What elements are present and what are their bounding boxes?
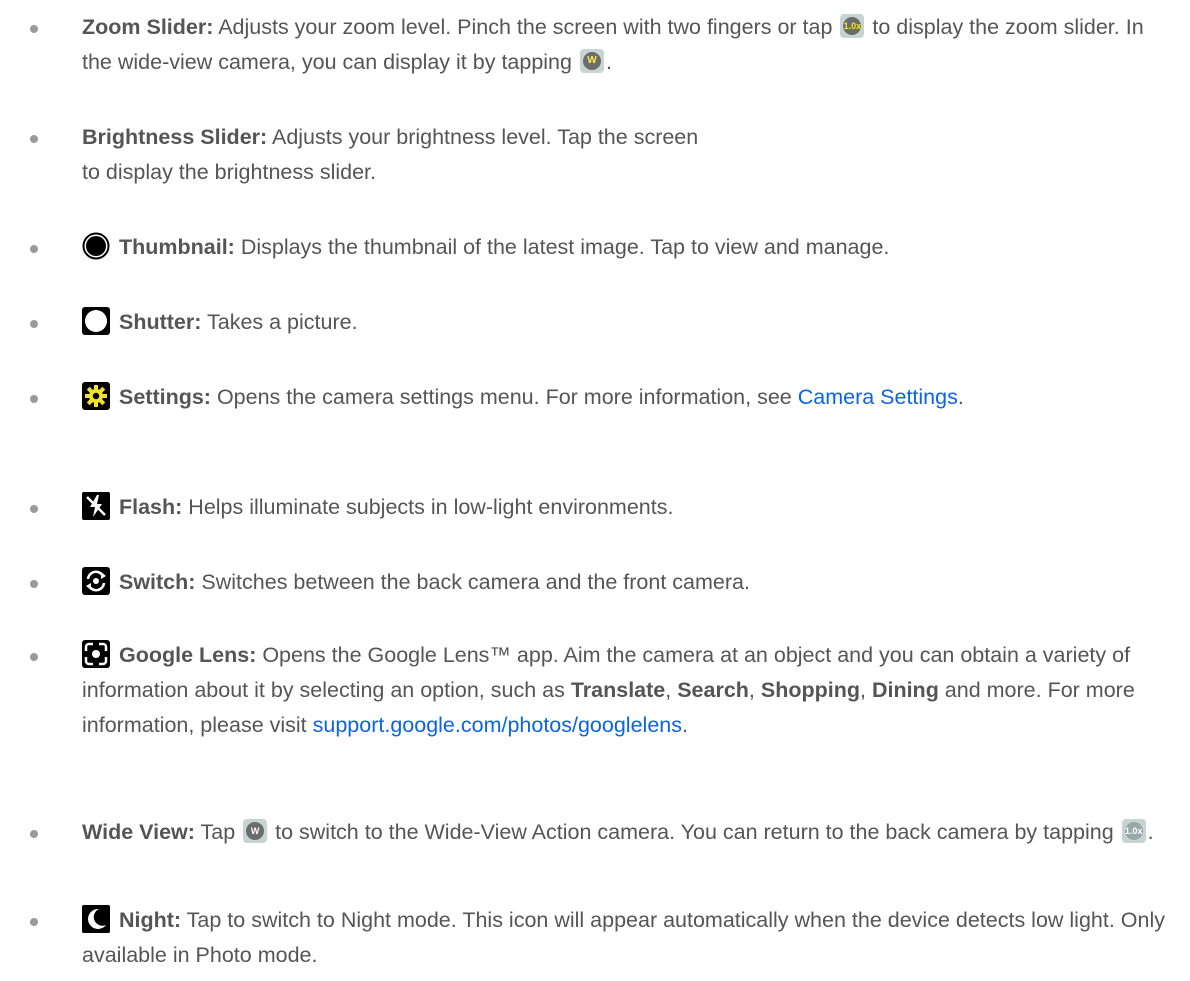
description: Displays the thumbnail of the latest ima…: [234, 235, 890, 259]
option-dining: Dining: [871, 678, 939, 702]
switch-camera-icon: [82, 567, 110, 595]
flash-off-icon: [82, 492, 110, 520]
wide-view-icon: W: [579, 49, 604, 73]
separator: ,: [748, 678, 761, 702]
description: Switches between the back camera and the…: [195, 570, 750, 594]
option-shopping: Shopping: [760, 678, 860, 702]
term-label: Google Lens:: [118, 643, 257, 667]
item-text: Switch: Switches between the back camera…: [82, 565, 1172, 600]
gear-icon: [82, 382, 110, 410]
badge-label: W: [246, 822, 265, 840]
bullet: [30, 580, 38, 588]
description: Adjusts your zoom level. Pinch the scree…: [213, 15, 839, 39]
badge-label: 1.0x: [1124, 822, 1143, 840]
badge-label: 1.0x: [843, 17, 862, 35]
term-label: Flash:: [118, 495, 183, 519]
separator: ,: [665, 678, 678, 702]
zoom-1x-icon: 1.0x: [1121, 819, 1146, 843]
item-text: Wide View: Tap W to switch to the Wide-V…: [82, 815, 1172, 850]
item-text: Google Lens: Opens the Google Lens™ app.…: [82, 638, 1172, 743]
term-label: Zoom Slider:: [82, 15, 214, 39]
description: .: [1147, 820, 1154, 844]
description: to switch to the Wide-View Action camera…: [269, 820, 1120, 844]
bullet: [30, 135, 38, 143]
term-label: Settings:: [118, 385, 211, 409]
bullet: [30, 653, 38, 661]
item-text: Flash: Helps illuminate subjects in low-…: [82, 490, 1172, 525]
bullet: [30, 395, 38, 403]
term-label: Wide View:: [82, 820, 195, 844]
thumbnail-icon: [82, 232, 110, 260]
google-lens-support-link[interactable]: support.google.com/photos/googlelens: [313, 713, 682, 737]
description: Takes a picture.: [201, 310, 358, 334]
description: Helps illuminate subjects in low-light e…: [182, 495, 674, 519]
bullet: [30, 320, 38, 328]
item-text: Shutter: Takes a picture.: [82, 305, 1172, 340]
term-label: Thumbnail:: [118, 235, 235, 259]
description: Opens the camera settings menu. For more…: [210, 385, 798, 409]
description: .: [957, 385, 964, 409]
bullet: [30, 25, 38, 33]
bullet: [30, 245, 38, 253]
badge-label: W: [582, 52, 601, 70]
bullet: [30, 830, 38, 838]
wide-view-icon: W: [243, 819, 268, 843]
bullet: [30, 918, 38, 926]
term-label: Switch:: [118, 570, 196, 594]
term-label: Night:: [118, 908, 182, 932]
option-search: Search: [677, 678, 749, 702]
item-text: Thumbnail: Displays the thumbnail of the…: [82, 230, 1172, 265]
night-icon: [82, 905, 110, 933]
item-text: Settings: Opens the camera settings menu…: [82, 380, 1172, 415]
item-text: Night: Tap to switch to Night mode. This…: [82, 903, 1172, 973]
description: .: [681, 713, 688, 737]
item-text: Brightness Slider: Adjusts your brightne…: [82, 120, 722, 190]
option-translate: Translate: [570, 678, 666, 702]
description: Tap to switch to Night mode. This icon w…: [82, 908, 1165, 967]
item-text: Zoom Slider: Adjusts your zoom level. Pi…: [82, 10, 1172, 80]
bullet: [30, 505, 38, 513]
separator: ,: [860, 678, 872, 702]
google-lens-icon: [82, 640, 110, 668]
shutter-icon: [82, 307, 110, 335]
camera-settings-link[interactable]: Camera Settings: [798, 385, 958, 409]
zoom-1x-icon: 1.0x: [840, 14, 865, 38]
description: Tap: [194, 820, 242, 844]
term-label: Shutter:: [118, 310, 202, 334]
term-label: Brightness Slider:: [82, 125, 268, 149]
description: .: [605, 50, 612, 74]
